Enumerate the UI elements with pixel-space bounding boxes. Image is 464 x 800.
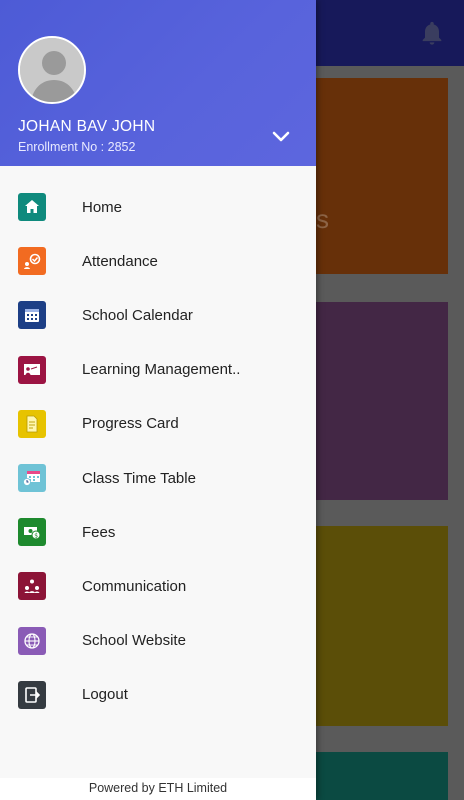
menu-label: Attendance	[82, 252, 158, 270]
menu-label: Class Time Table	[82, 469, 196, 487]
dashboard-card-2	[316, 302, 448, 500]
dashboard-card-4	[316, 752, 448, 800]
menu-label: School Website	[82, 632, 186, 650]
menu-item-home[interactable]: Home	[0, 180, 316, 234]
menu-label: Logout	[82, 686, 128, 704]
calendar-icon	[18, 301, 46, 330]
communication-icon	[18, 572, 46, 601]
menu-item-logout[interactable]: Logout	[0, 668, 316, 722]
menu-label: Communication	[82, 577, 187, 595]
menu-label: School Calendar	[82, 306, 193, 324]
progress-card-icon	[18, 409, 46, 438]
menu-item-progress-card[interactable]: Progress Card	[0, 397, 316, 451]
user-name: JOHAN BAV JOHN	[18, 118, 156, 135]
dashboard-card-3	[316, 526, 448, 726]
fees-icon: $	[18, 518, 46, 547]
dashboard-card-1	[316, 78, 448, 274]
avatar[interactable]	[18, 36, 86, 104]
menu-label: Progress Card	[82, 415, 179, 433]
menu-label: Home	[82, 198, 123, 216]
svg-text:$: $	[34, 533, 38, 540]
chevron-down-icon[interactable]	[272, 130, 290, 144]
menu-label: Learning Management..	[82, 361, 241, 379]
bell-icon[interactable]	[418, 18, 446, 48]
navigation-drawer: JOHAN BAV JOHN Enrollment No : 2852 Home…	[0, 0, 316, 800]
learning-icon	[18, 355, 46, 384]
menu-item-learning-management[interactable]: Learning Management..	[0, 343, 316, 397]
logout-icon	[18, 680, 46, 709]
menu-item-school-website[interactable]: School Website	[0, 614, 316, 668]
menu-item-school-calendar[interactable]: School Calendar	[0, 288, 316, 342]
card-partial-text: s	[316, 204, 329, 234]
menu-item-class-time-table[interactable]: Class Time Table	[0, 451, 316, 505]
menu-label: Fees	[82, 523, 116, 541]
home-icon	[18, 193, 46, 222]
attendance-icon	[18, 247, 46, 276]
globe-icon	[18, 626, 46, 655]
drawer-menu: Home Attendance School Calendar Learning…	[0, 180, 316, 722]
timetable-icon	[18, 464, 46, 493]
person-silhouette-icon	[20, 38, 84, 102]
menu-item-attendance[interactable]: Attendance	[0, 234, 316, 288]
menu-item-fees[interactable]: $ Fees	[0, 505, 316, 559]
menu-item-communication[interactable]: Communication	[0, 559, 316, 613]
powered-by-footer: Powered by ETH Limited	[0, 778, 316, 800]
enrollment-number: Enrollment No : 2852	[18, 140, 136, 154]
drawer-header: JOHAN BAV JOHN Enrollment No : 2852	[0, 0, 316, 166]
